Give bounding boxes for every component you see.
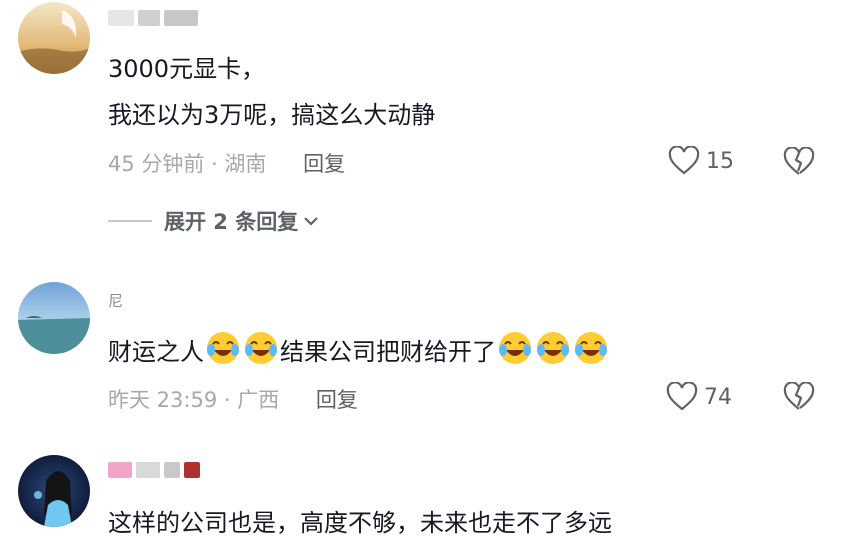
dislike-button[interactable] — [783, 381, 815, 416]
like-button[interactable]: 74 — [666, 382, 732, 412]
username[interactable]: 尼 — [108, 290, 123, 310]
like-count: 15 — [706, 148, 734, 174]
comment-text-line-2: 我还以为3万呢，搞这么大动静 — [108, 101, 436, 129]
avatar[interactable] — [18, 2, 90, 74]
chevron-down-icon — [304, 217, 319, 226]
reply-button[interactable]: 回复 — [316, 388, 358, 412]
crying-laughing-emoji — [497, 330, 533, 366]
heart-outline-icon — [668, 146, 700, 175]
avatar[interactable] — [18, 282, 90, 354]
avatar[interactable] — [18, 455, 90, 527]
like-count: 74 — [704, 384, 732, 410]
expand-replies-button[interactable]: 展开 2 条回复 — [108, 206, 320, 236]
broken-heart-icon — [783, 381, 815, 410]
dislike-button[interactable] — [783, 146, 815, 181]
heart-outline-icon — [666, 382, 698, 411]
timestamp-location: 45 分钟前 · 湖南 — [108, 152, 267, 176]
username-obscured[interactable] — [108, 462, 204, 480]
expand-label: 展开 2 条回复 — [164, 210, 299, 234]
broken-heart-icon — [783, 146, 815, 175]
crying-laughing-emoji — [573, 330, 609, 366]
comment-text-line-1: 3000元显卡， — [108, 55, 266, 83]
like-button[interactable]: 15 — [668, 146, 734, 176]
timestamp-location: 昨天 23:59 · 广西 — [108, 388, 280, 412]
divider-line — [108, 220, 152, 222]
crying-laughing-emoji — [535, 330, 571, 366]
crying-laughing-emoji — [243, 330, 279, 366]
username-obscured[interactable] — [108, 10, 202, 28]
comment-meta: 昨天 23:59 · 广西 回复 — [108, 384, 358, 414]
comment-text: 财运之人 结果公司把财给开了 — [108, 330, 610, 369]
reply-button[interactable]: 回复 — [303, 152, 345, 176]
comment-meta: 45 分钟前 · 湖南 回复 — [108, 148, 345, 178]
crying-laughing-emoji — [205, 330, 241, 366]
comment-text: 这样的公司也是，高度不够，未来也走不了多远 — [108, 509, 612, 537]
